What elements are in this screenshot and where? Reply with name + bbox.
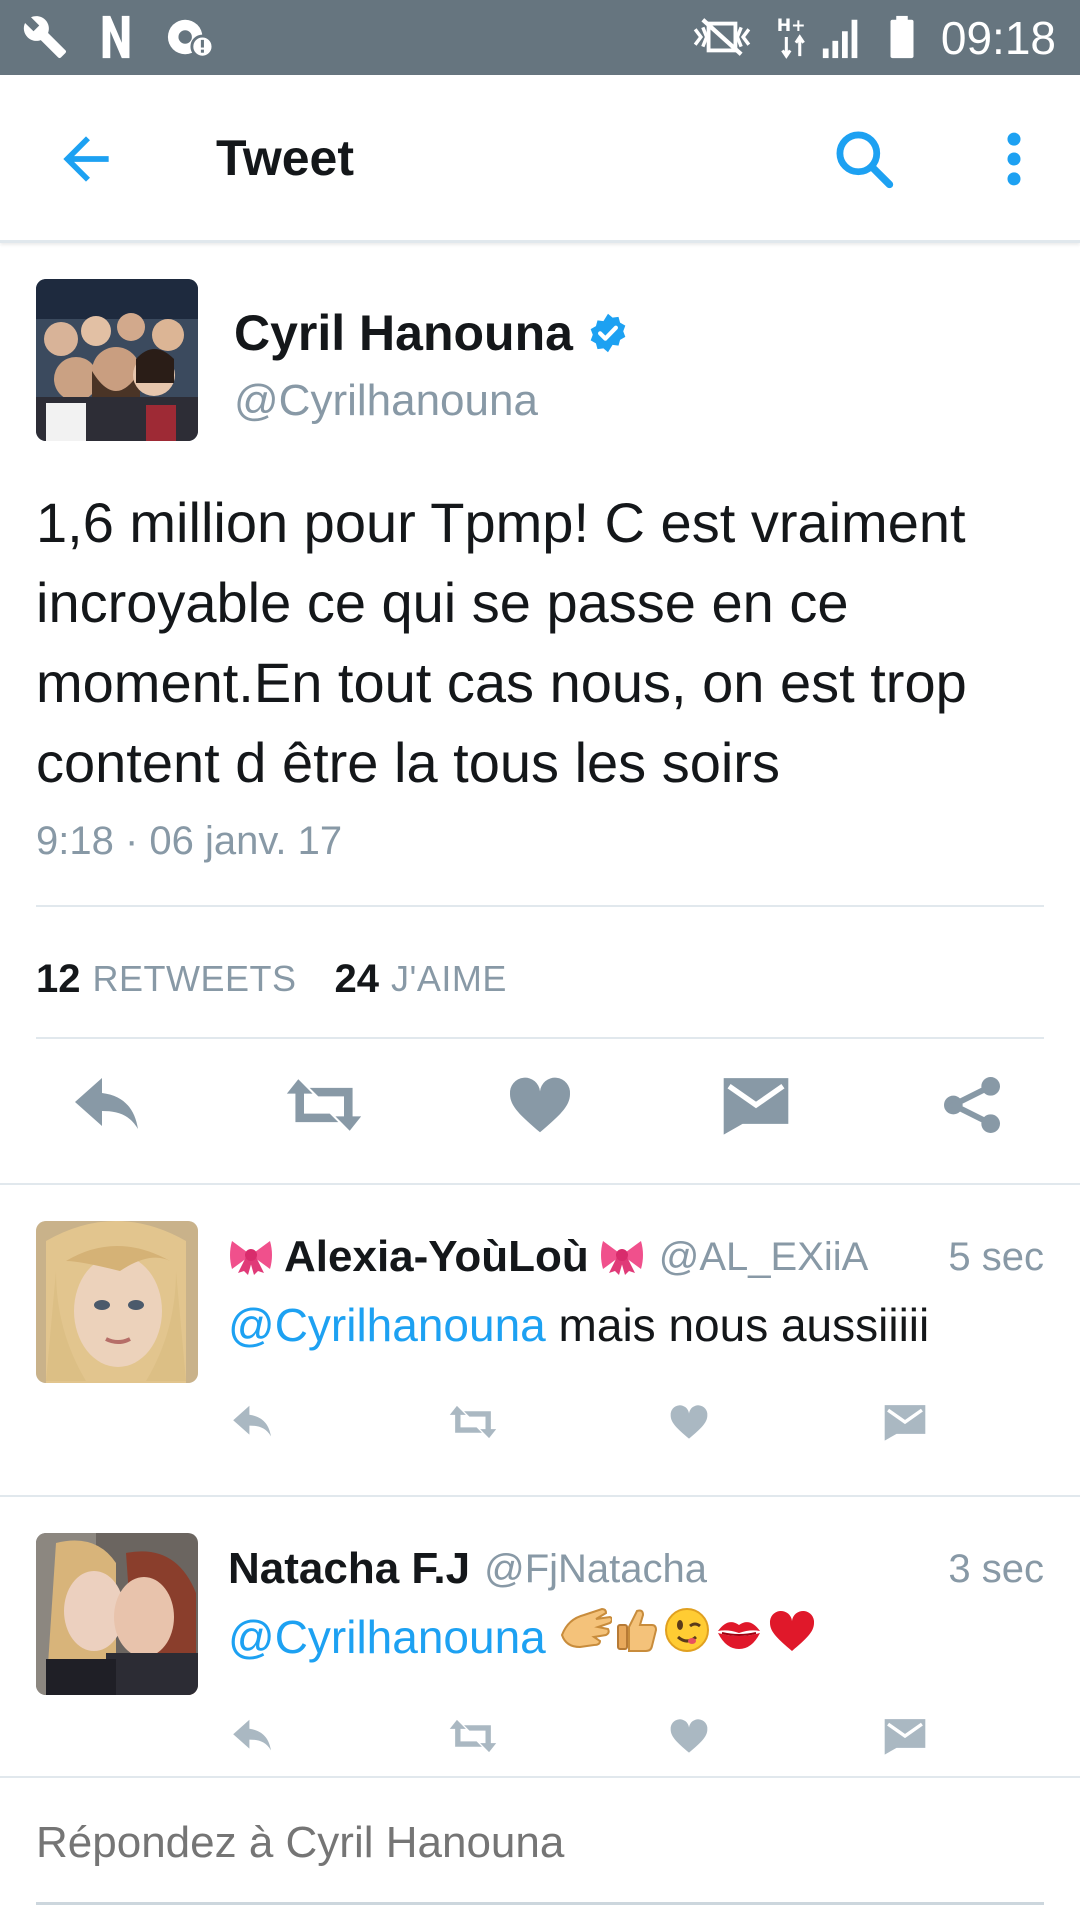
tweet-actions (0, 1065, 1080, 1165)
reply-composer (0, 1776, 1080, 1920)
clapping-hands-emoji (558, 1605, 613, 1669)
list-item[interactable]: Natacha F.J @FjNatacha 3 sec @Cyrilhanou… (0, 1497, 1080, 1777)
message-icon[interactable] (716, 1065, 796, 1145)
author-name-text: Cyril Hanouna (234, 305, 573, 361)
list-item[interactable]: Alexia-YoùLoù @AL_EXiiA 5 sec @Cyrilhano… (0, 1185, 1080, 1495)
app-header: Tweet (0, 75, 1080, 243)
reply-text-content: mais nous aussiiiii (545, 1299, 930, 1351)
svg-text:H+: H+ (777, 16, 806, 36)
divider (36, 905, 1044, 907)
reply-text: @Cyrilhanouna mais nous aussiiiii (228, 1293, 1048, 1357)
back-arrow-icon[interactable] (52, 125, 120, 193)
avatar[interactable] (36, 1221, 198, 1383)
like-icon[interactable] (664, 1397, 714, 1447)
settings-alert-icon (164, 14, 214, 60)
author-name[interactable]: Cyril Hanouna (234, 301, 629, 365)
avatar[interactable] (36, 1533, 198, 1695)
reply-time: 3 sec (948, 1546, 1044, 1591)
battery-icon (888, 14, 916, 60)
likes-label[interactable]: J'AIME (391, 958, 507, 1000)
like-icon[interactable] (500, 1065, 580, 1145)
kiss-mark-emoji (716, 1605, 762, 1669)
tweet-text: 1,6 million pour Tpmp! C est vraiment in… (36, 491, 967, 794)
mention-link[interactable]: @Cyrilhanouna (228, 1605, 546, 1669)
network-hplus-icon: H+ (776, 14, 812, 60)
tweet-timestamp: 9:18 · 06 janv. 17 (36, 819, 343, 863)
verified-badge-icon (590, 313, 626, 353)
winking-face-emoji (664, 1605, 710, 1669)
reply-header: Natacha F.J @FjNatacha 3 sec (228, 1537, 1048, 1601)
reply-header: Alexia-YoùLoù @AL_EXiiA 5 sec (228, 1225, 1048, 1289)
message-icon[interactable] (880, 1711, 930, 1761)
wrench-icon (22, 14, 68, 60)
reply-actions (228, 1397, 988, 1457)
reply-actions (228, 1711, 988, 1771)
likes-count[interactable]: 24 (335, 957, 380, 1002)
search-icon[interactable] (830, 125, 898, 193)
ribbon-emoji (599, 1235, 645, 1280)
like-icon[interactable] (664, 1711, 714, 1761)
reply-author-handle[interactable]: @AL_EXiiA (659, 1235, 869, 1280)
message-icon[interactable] (880, 1397, 930, 1447)
input-underline (36, 1902, 1044, 1905)
ribbon-emoji (228, 1235, 274, 1280)
vibrate-mute-icon (690, 14, 754, 60)
more-vert-icon[interactable] (990, 125, 1038, 193)
share-icon[interactable] (932, 1065, 1012, 1145)
divider (36, 1037, 1044, 1039)
reply-author-name[interactable]: Natacha F.J (228, 1544, 470, 1594)
thumbs-up-emoji (614, 1605, 658, 1669)
status-time: 09:18 (940, 12, 1056, 64)
signal-icon (820, 14, 864, 60)
mention-link[interactable]: @Cyrilhanouna (228, 1293, 546, 1357)
reply-author-handle[interactable]: @FjNatacha (484, 1547, 707, 1592)
status-bar: H+ 09:18 (0, 0, 1080, 75)
retweets-count[interactable]: 12 (36, 957, 81, 1002)
reply-text: @Cyrilhanouna (228, 1605, 1048, 1669)
red-heart-emoji (768, 1605, 816, 1669)
page-title: Tweet (216, 130, 354, 186)
reply-icon[interactable] (68, 1065, 148, 1145)
author-handle[interactable]: @Cyrilhanouna (234, 371, 538, 431)
reply-input[interactable] (36, 1804, 1044, 1882)
reply-icon[interactable] (228, 1397, 278, 1447)
avatar[interactable] (36, 279, 198, 441)
retweet-icon[interactable] (448, 1711, 498, 1761)
retweet-icon[interactable] (284, 1065, 364, 1145)
retweets-label[interactable]: RETWEETS (93, 958, 297, 1000)
reply-icon[interactable] (228, 1711, 278, 1761)
retweet-icon[interactable] (448, 1397, 498, 1447)
reply-author-name[interactable]: Alexia-YoùLoù (284, 1232, 589, 1282)
netflix-n-icon (100, 14, 134, 60)
tweet-stats: 12 RETWEETS 24 J'AIME (36, 949, 545, 1009)
reply-time: 5 sec (948, 1234, 1044, 1279)
